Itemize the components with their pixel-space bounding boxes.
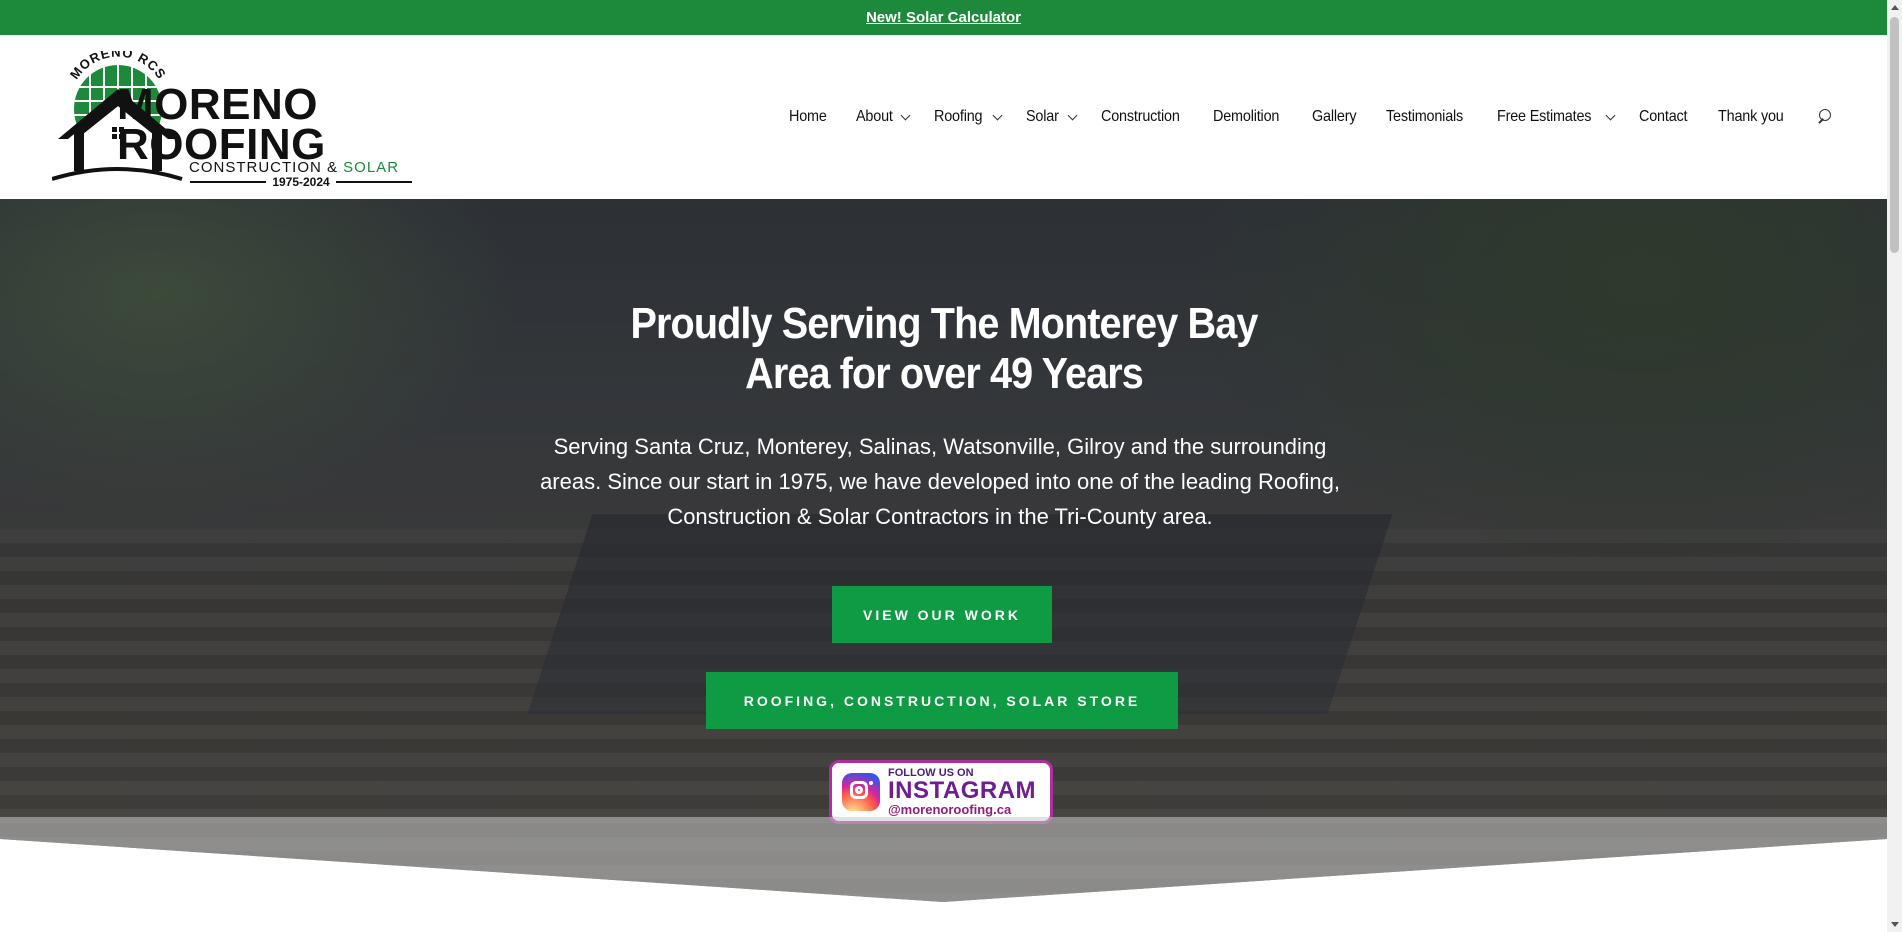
instagram-icon xyxy=(842,773,880,811)
nav-item-label: About xyxy=(855,108,893,125)
nav-item-home[interactable]: Home xyxy=(789,108,831,126)
nav-item-thank-you[interactable]: Thank you xyxy=(1718,108,1791,126)
scrollbar-thumb[interactable] xyxy=(1890,17,1899,253)
main-nav: Home About Roofing Solar Construction De… xyxy=(789,35,1835,199)
scroll-down-icon[interactable] xyxy=(1887,917,1902,932)
nav-item-label: Construction xyxy=(1100,108,1180,125)
solar-calculator-link[interactable]: New! Solar Calculator xyxy=(866,9,1021,26)
logo-years: 1975-2024 xyxy=(190,175,413,189)
nav-item-label: Gallery xyxy=(1311,108,1357,125)
chevron-down-icon xyxy=(901,110,911,120)
nav-item-label: Solar xyxy=(1026,108,1059,125)
site-logo[interactable]: MORENO RCS MORENO ROOFING CONSTRUCTION &… xyxy=(52,51,424,189)
promo-bar: New! Solar Calculator xyxy=(0,0,1887,35)
view-our-work-button[interactable]: View Our Work xyxy=(832,586,1052,643)
nav-item-about[interactable]: About xyxy=(855,108,911,126)
logo-sub-construction: CONSTRUCTION & xyxy=(189,159,338,176)
nav-item-label: Free Estimates xyxy=(1496,108,1591,125)
logo-years-rule-right xyxy=(335,181,413,183)
instagram-handle: @morenoroofing.ca xyxy=(888,802,1012,817)
nav-item-demolition[interactable]: Demolition xyxy=(1213,108,1287,126)
nav-item-label: Thank you xyxy=(1718,108,1784,125)
nav-item-gallery[interactable]: Gallery xyxy=(1312,108,1361,126)
hero-title: Proudly Serving The Monterey Bay Area fo… xyxy=(0,299,1887,399)
nav-item-testimonials[interactable]: Testimonials xyxy=(1386,108,1472,126)
hero-section: Proudly Serving The Monterey Bay Area fo… xyxy=(0,199,1887,932)
instagram-line-2: INSTAGRAM xyxy=(888,777,1037,804)
search-icon[interactable] xyxy=(1817,108,1835,126)
nav-item-roofing[interactable]: Roofing xyxy=(934,108,1003,126)
nav-item-label: Roofing xyxy=(934,108,983,125)
page-scrollbar[interactable] xyxy=(1887,0,1902,932)
store-button[interactable]: Roofing, Construction, Solar Store xyxy=(706,672,1178,729)
site-header: MORENO RCS MORENO ROOFING CONSTRUCTION &… xyxy=(0,35,1887,199)
nav-item-construction[interactable]: Construction xyxy=(1101,108,1188,126)
nav-item-label: Contact xyxy=(1639,108,1688,125)
chevron-down-icon xyxy=(1067,110,1078,120)
nav-item-label: Demolition xyxy=(1213,108,1280,125)
logo-years-rule-left xyxy=(190,181,267,183)
hero-description: Serving Santa Cruz, Monterey, Salinas, W… xyxy=(540,434,1340,529)
chevron-down-icon xyxy=(992,110,1003,120)
nav-item-solar[interactable]: Solar xyxy=(1026,108,1078,126)
instagram-follow-badge[interactable]: FOLLOW US ON INSTAGRAM @morenoroofing.ca xyxy=(829,760,1053,824)
chevron-down-icon xyxy=(1605,110,1616,120)
nav-item-label: Testimonials xyxy=(1385,108,1463,125)
hero-title-text: Proudly Serving The Monterey Bay Area fo… xyxy=(630,299,1258,398)
hero-bottom-divider xyxy=(0,817,1887,932)
logo-subtitle: CONSTRUCTION & SOLAR xyxy=(189,159,399,176)
scroll-up-icon[interactable] xyxy=(1887,0,1902,15)
logo-sub-solar: SOLAR xyxy=(343,159,400,176)
instagram-badge-text: FOLLOW US ON INSTAGRAM @morenoroofing.ca xyxy=(888,768,1037,817)
nav-item-contact[interactable]: Contact xyxy=(1639,108,1693,126)
nav-item-label: Home xyxy=(788,108,827,125)
nav-item-free-estimates[interactable]: Free Estimates xyxy=(1496,108,1616,126)
logo-years-text: 1975-2024 xyxy=(272,175,330,189)
